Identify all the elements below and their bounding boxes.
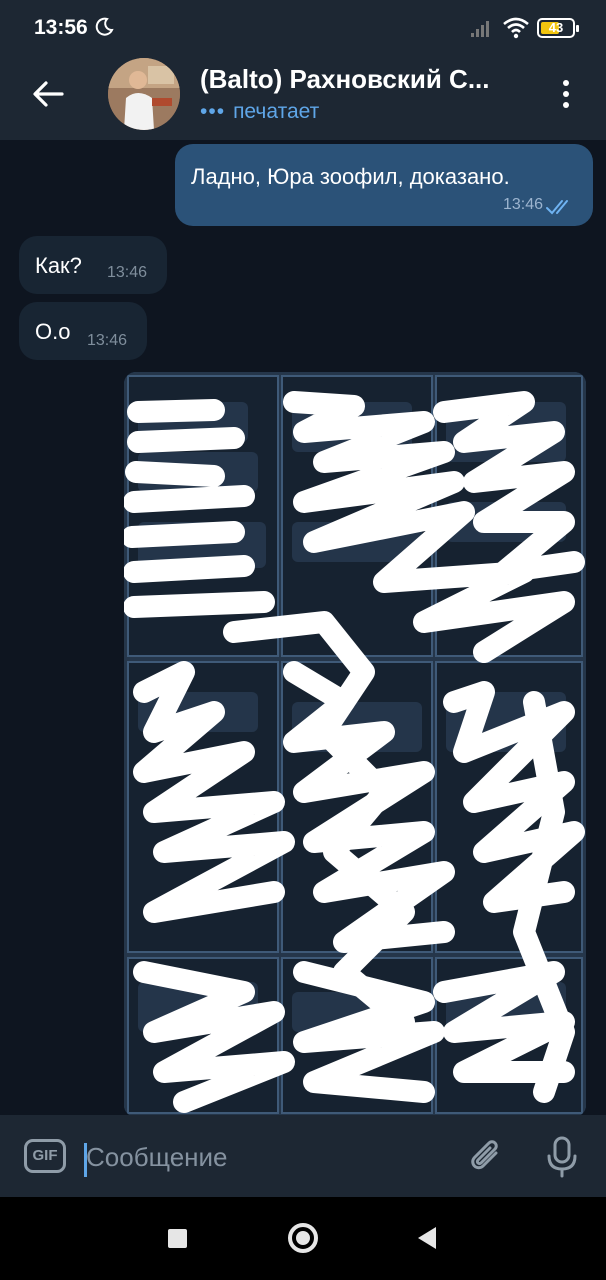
status-bar: 13:56 43 [0,0,606,56]
message-time: 13:46 [87,332,128,349]
avatar-photo [108,58,180,130]
recent-apps-icon[interactable] [168,1229,187,1248]
message-composer: GIF [0,1115,606,1197]
typing-dots: ••• [200,100,226,123]
message-time: 13:46 [107,264,148,281]
signal-icon [471,21,489,37]
message-text: Как? [35,253,82,278]
gif-icon[interactable]: GIF [24,1139,66,1173]
wifi-icon [503,17,529,39]
avatar[interactable] [108,58,180,130]
status-time: 13:56 [34,16,88,39]
chat-messages[interactable]: Ладно, Юра зоофил, доказано. 13:46 Как? … [0,140,606,1115]
arrow-left-icon[interactable] [28,74,68,114]
typing-status: ••• печатает [200,100,319,124]
message-outgoing[interactable]: Ладно, Юра зоофил, доказано. 13:46 [175,144,593,226]
photo-message[interactable] [124,372,586,1115]
home-icon[interactable] [288,1223,318,1253]
double-check-icon [546,200,568,215]
more-vertical-icon[interactable] [556,76,576,112]
battery-level: 43 [548,20,564,35]
censored-screenshot-collage [124,372,586,1115]
message-text: Ладно, Юра зоофил, доказано. [191,164,510,189]
battery-icon: 43 [537,18,579,38]
typing-label: печатает [233,100,320,123]
microphone-icon[interactable] [544,1135,580,1179]
message-incoming[interactable]: Как? 13:46 [19,236,167,294]
chat-title[interactable]: (Balto) Рахновский С... [200,64,540,95]
message-input[interactable] [86,1137,446,1177]
paperclip-icon[interactable] [466,1137,506,1177]
message-text: О.о [35,319,71,344]
system-nav-bar [0,1197,606,1280]
message-time: 13:46 [502,196,543,213]
moon-icon [95,17,114,36]
back-triangle-icon[interactable] [418,1227,436,1249]
message-incoming[interactable]: О.о 13:46 [19,302,147,360]
